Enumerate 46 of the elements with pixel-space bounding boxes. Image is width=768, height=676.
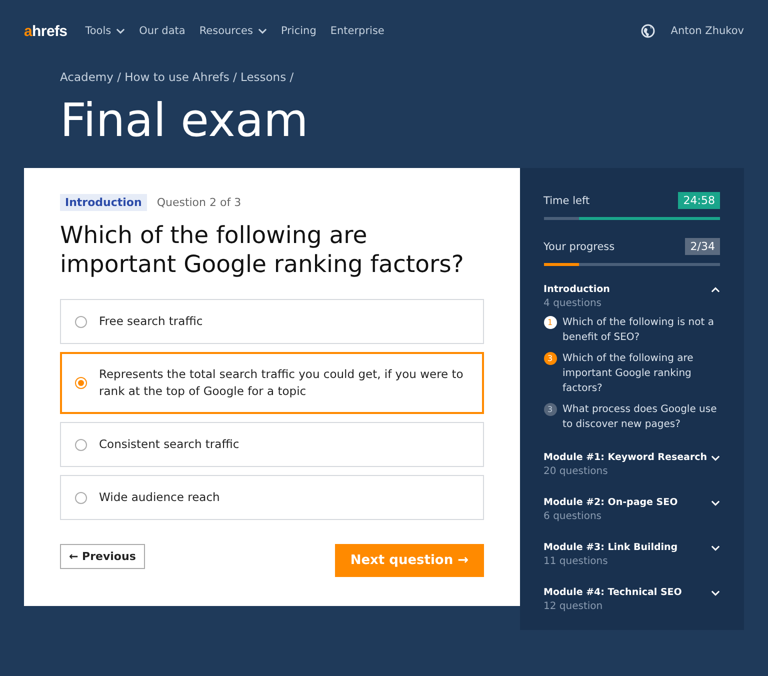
- ahrefs-logo[interactable]: ahrefs: [24, 22, 68, 40]
- answer-option[interactable]: Free search traffic: [60, 299, 484, 344]
- answer-option[interactable]: Represents the total search traffic you could get, if you were to rank at the top of Google for a topic: [60, 352, 484, 414]
- section-title[interactable]: Module #3: Link Building: [544, 542, 678, 553]
- time-label: Time left: [544, 194, 590, 206]
- section-title[interactable]: Module #4: Technical SEO: [544, 587, 682, 598]
- option-label: Represents the total search traffic you could get, if you were to rank at the top of Google for a topic: [99, 366, 464, 400]
- option-label: Wide audience reach: [99, 489, 220, 506]
- progress-label: Your progress: [544, 240, 615, 252]
- section-tag: Introduction: [60, 194, 147, 211]
- question-link[interactable]: Which of the following is not a benefit of SEO?: [562, 315, 720, 345]
- nav-link[interactable]: Tools: [85, 25, 126, 37]
- globe-icon[interactable]: [640, 24, 655, 38]
- user-name[interactable]: Anton Zhukov: [670, 25, 744, 37]
- question-counter: Question 2 of 3: [156, 196, 242, 209]
- radio-button[interactable]: [75, 438, 87, 450]
- radio-button[interactable]: [75, 316, 87, 328]
- timer-badge: 24:58: [678, 192, 720, 209]
- progress-badge: 2/34: [685, 238, 720, 255]
- answer-option[interactable]: Consistent search traffic: [60, 422, 484, 467]
- question-count: 11 questions: [544, 556, 609, 567]
- section-title[interactable]: Module #1: Keyword Research: [544, 452, 708, 463]
- option-label: Consistent search traffic: [99, 436, 240, 453]
- question-link[interactable]: What process does Google use to discover new pages?: [562, 402, 720, 432]
- question-number: 1: [544, 316, 557, 329]
- question-count: 6 questions: [544, 511, 602, 522]
- question-count: 4 questions: [544, 298, 602, 309]
- option-label: Free search traffic: [99, 313, 203, 330]
- previous-button[interactable]: ← Previous: [60, 544, 145, 569]
- radio-button[interactable]: [75, 492, 87, 504]
- question-link[interactable]: Which of the following are important Google ranking factors?: [562, 351, 720, 396]
- question-count: 12 question: [544, 601, 604, 612]
- nav-link[interactable]: Resources: [199, 25, 267, 37]
- page-title: Final exam: [60, 92, 310, 148]
- nav-link[interactable]: Our data: [139, 25, 186, 37]
- question-count: 20 questions: [544, 466, 609, 477]
- breadcrumb[interactable]: Academy / How to use Ahrefs / Lessons /: [60, 70, 708, 84]
- section-title[interactable]: Module #2: On-page SEO: [544, 497, 678, 508]
- question-number: 3: [544, 352, 557, 365]
- answer-option[interactable]: Wide audience reach: [60, 475, 484, 520]
- radio-button[interactable]: [75, 377, 87, 389]
- nav-link[interactable]: Enterprise: [330, 25, 384, 37]
- question-number: 3: [544, 403, 557, 416]
- question-text: Which of the following are important Google ranking factors?: [60, 221, 465, 279]
- nav-link[interactable]: Pricing: [280, 25, 316, 37]
- section-title[interactable]: Introduction: [544, 284, 610, 295]
